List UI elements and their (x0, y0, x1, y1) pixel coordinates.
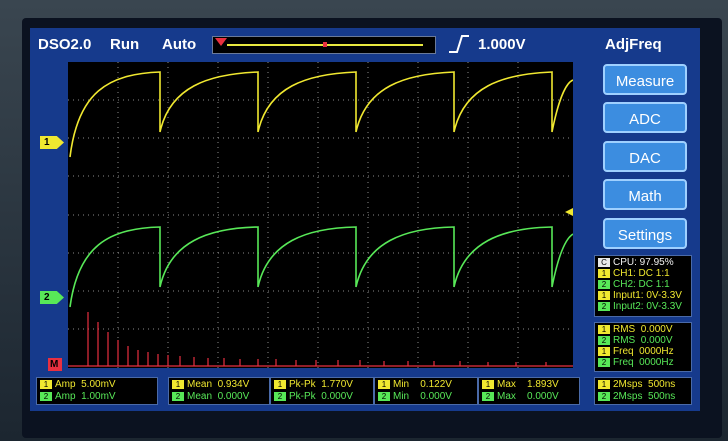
trigger-level[interactable]: 1.000V (478, 36, 526, 53)
mean1-tag: 1 (172, 379, 184, 389)
max1-value: 1.893V (527, 379, 559, 390)
input2-tag: 2 (598, 301, 610, 311)
waveform-svg (68, 62, 574, 368)
ch2-marker-label: 2 (44, 292, 50, 303)
rate2-label: 2Msps (613, 391, 643, 402)
oscilloscope-screen: DSO2.0 Run Auto 1.000V AdjFreq 1 2 M Mea… (30, 28, 700, 411)
ch1-tag: 1 (598, 268, 610, 278)
settings-button[interactable]: Settings (603, 218, 687, 249)
math-fft-trace (68, 312, 573, 367)
freq2-tag: 2 (598, 357, 610, 367)
pkpk1-value: 1.770V (321, 379, 353, 390)
freq2-label: Freq (613, 357, 634, 368)
trigger-position-bar[interactable] (212, 36, 436, 54)
pkpk2-tag: 2 (274, 391, 286, 401)
min2-value: 0.000V (420, 391, 452, 402)
ch1-trace (69, 71, 574, 158)
amp2-tag: 2 (40, 391, 52, 401)
trigger-position-icon (215, 38, 227, 46)
max1-label: Max (497, 379, 516, 390)
max2-tag: 2 (482, 391, 494, 401)
rms1-tag: 1 (598, 324, 610, 334)
input1-range: Input1: 0V-3.3V (613, 290, 682, 301)
min1-value: 0.122V (420, 379, 452, 390)
pkpk1-label: Pk-Pk (289, 379, 316, 390)
amp-readout[interactable]: 1 Amp 5.00mV 2 Amp 1.00mV (36, 377, 158, 405)
min2-label: Min (393, 391, 410, 402)
rate1-label: 2Msps (613, 379, 643, 390)
freq2-value: 0000Hz (639, 357, 674, 368)
mean2-tag: 2 (172, 391, 184, 401)
adjfreq-title: AdjFreq (605, 36, 662, 53)
rising-edge-icon (449, 35, 469, 53)
cpu-usage: CPU: 97.95% (613, 257, 674, 268)
run-state[interactable]: Run (110, 36, 139, 53)
cpu-tag: C (598, 257, 610, 267)
math-marker-label: M (50, 359, 59, 370)
ch1-level-marker[interactable]: 1 (40, 136, 64, 149)
ch2-level-marker[interactable]: 2 (40, 291, 64, 304)
ch2-tag: 2 (598, 279, 610, 289)
top-status-bar: DSO2.0 Run Auto 1.000V AdjFreq (30, 28, 700, 60)
graticule-grid (68, 62, 573, 368)
rms1-label: RMS (613, 324, 636, 335)
rate1-value: 500ns (648, 379, 676, 390)
freq1-value: 0000Hz (639, 346, 674, 357)
input2-range: Input2: 0V-3.3V (613, 301, 682, 312)
trigger-mode[interactable]: Auto (162, 36, 196, 53)
amp1-label: Amp (55, 379, 76, 390)
max-readout: 1 Max 1.893V 2 Max 0.000V (478, 377, 580, 405)
rms2-label: RMS (613, 335, 636, 346)
amp2-value: 1.00mV (81, 391, 116, 402)
mean1-value: 0.934V (217, 379, 250, 390)
rms1-value: 0.000V (640, 324, 673, 335)
ch2-trace (69, 226, 574, 308)
measure-button[interactable]: Measure (603, 64, 687, 95)
rms2-tag: 2 (598, 335, 610, 345)
rms2-value: 0.000V (640, 335, 673, 346)
rate2-value: 500ns (648, 391, 676, 402)
mean2-label: Mean (187, 391, 213, 402)
amp1-tag: 1 (40, 379, 52, 389)
max2-label: Max (497, 391, 516, 402)
max2-value: 0.000V (527, 391, 559, 402)
rate2-tag: 2 (598, 391, 610, 401)
ch1-marker-label: 1 (44, 137, 50, 148)
pkpk2-value: 0.000V (321, 391, 353, 402)
trigger-point-icon (323, 42, 327, 47)
min1-tag: 1 (378, 379, 390, 389)
ch2-coupling: CH2: DC 1:1 (613, 279, 670, 290)
min2-tag: 2 (378, 391, 390, 401)
adc-button[interactable]: ADC (603, 102, 687, 133)
math-marker[interactable]: M (48, 358, 62, 371)
min-readout: 1 Min 0.122V 2 Min 0.000V (374, 377, 478, 405)
mean2-value: 0.000V (217, 391, 250, 402)
freq1-tag: 1 (598, 346, 610, 356)
input1-tag: 1 (598, 290, 610, 300)
pkpk-readout: 1 Pk-Pk 1.770V 2 Pk-Pk 0.000V (270, 377, 374, 405)
amp1-value: 5.00mV (81, 379, 116, 390)
rate1-tag: 1 (598, 379, 610, 389)
amp2-label: Amp (55, 391, 76, 402)
pkpk1-tag: 1 (274, 379, 286, 389)
mean1-label: Mean (187, 379, 213, 390)
ch1-coupling: CH1: DC 1:1 (613, 268, 670, 279)
status-panel: C CPU: 97.95% 1 CH1: DC 1:1 2 CH2: DC 1:1 1… (594, 255, 692, 317)
sample-rate-readout[interactable]: 1 2Msps 500ns 2 2Msps 500ns (594, 377, 692, 405)
mean-readout: 1 Mean 0.934V 2 Mean 0.000V (168, 377, 270, 405)
rms-freq-panel: 1 RMS 0.000V 2 RMS 0.000V 1 Freq 0000Hz 2 Fr… (594, 322, 692, 372)
waveform-plot-area[interactable] (68, 62, 574, 368)
pkpk2-label: Pk-Pk (289, 391, 316, 402)
dac-button[interactable]: DAC (603, 141, 687, 172)
model-label: DSO2.0 (38, 36, 92, 53)
min1-label: Min (393, 379, 410, 390)
math-button[interactable]: Math (603, 179, 687, 210)
freq1-label: Freq (613, 346, 634, 357)
max1-tag: 1 (482, 379, 494, 389)
